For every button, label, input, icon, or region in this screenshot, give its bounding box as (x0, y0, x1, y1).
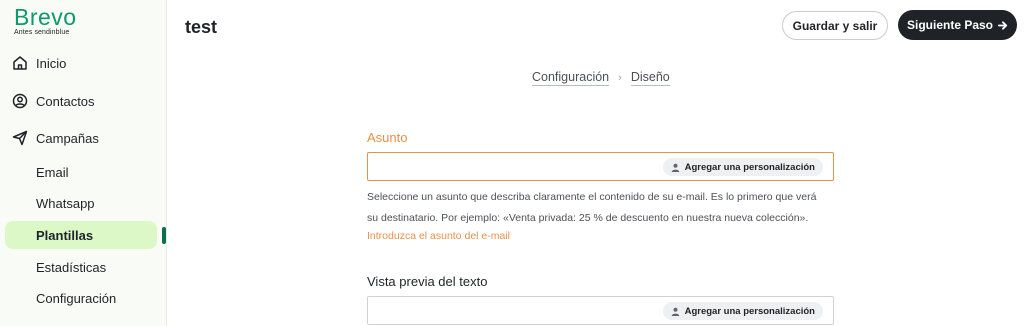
logo-tagline: Antes sendinblue (14, 29, 70, 36)
sidebar-subitem-label: Whatsapp (36, 195, 95, 211)
send-icon (12, 130, 28, 146)
subject-error-message: Introduzca el asunto del e-mail (367, 230, 510, 242)
sidebar-item-contactos[interactable]: Contactos (0, 86, 167, 116)
save-and-exit-label: Guardar y salir (792, 18, 878, 33)
active-indicator (162, 227, 166, 244)
subject-helper-line-2: su destinatario. Por ejemplo: «Venta pri… (367, 212, 809, 224)
subject-helper-text: Seleccione un asunto que describa claram… (367, 187, 837, 229)
sidebar-subitem-whatsapp[interactable]: Whatsapp (0, 189, 167, 217)
sidebar-subitem-email[interactable]: Email (0, 158, 167, 186)
sidebar-subitem-label: Plantillas (36, 227, 94, 243)
sidebar-item-label: Contactos (36, 93, 95, 109)
home-icon (13, 56, 27, 70)
sidebar-subitem-label: Email (36, 164, 69, 180)
sidebar-subitem-label: Configuración (36, 290, 117, 306)
sidebar-item-label: Campañas (36, 130, 99, 146)
brevo-logo[interactable]: Brevo Antes sendinblue (14, 4, 77, 36)
page-title: test (185, 17, 218, 37)
sidebar: Brevo Antes sendinblue Inicio Contactos … (0, 0, 167, 326)
breadcrumb-diseno[interactable]: Diseño (630, 70, 670, 86)
subject-add-personalization-button[interactable]: Agregar una personalización (662, 158, 823, 176)
breadcrumb-configuracion[interactable]: Configuración (532, 70, 610, 86)
sidebar-item-campanas[interactable]: Campañas (0, 123, 167, 153)
personalization-label: Agregar una personalización (684, 305, 815, 317)
arrow-right-icon (997, 20, 1008, 30)
sidebar-subitem-configuracion[interactable]: Configuración (0, 284, 167, 312)
subject-field[interactable]: Agregar una personalización (367, 152, 834, 181)
sidebar-subitem-plantillas[interactable]: Plantillas (0, 221, 167, 249)
preview-text-input[interactable] (374, 301, 674, 321)
preview-add-personalization-button[interactable]: Agregar una personalización (662, 302, 823, 320)
subject-label: Asunto (367, 130, 408, 145)
user-icon (671, 307, 679, 316)
subject-input[interactable] (374, 157, 674, 177)
user-icon (671, 163, 679, 172)
logo-wordmark: Brevo (14, 4, 77, 30)
personalization-label: Agregar una personalización (684, 161, 815, 173)
preview-text-field[interactable]: Agregar una personalización (367, 296, 834, 325)
breadcrumb: Configuración › Diseño (532, 70, 670, 86)
subject-helper-line-1: Seleccione un asunto que describa claram… (367, 191, 817, 203)
chevron-right-icon: › (618, 72, 622, 84)
sidebar-subitem-label: Estadísticas (36, 259, 107, 275)
sidebar-item-label: Inicio (36, 55, 67, 71)
next-step-button[interactable]: Siguiente Paso (898, 10, 1017, 40)
next-step-label: Siguiente Paso (906, 18, 994, 32)
save-and-exit-button[interactable]: Guardar y salir (782, 11, 888, 40)
sidebar-subitem-estadisticas[interactable]: Estadísticas (0, 253, 167, 281)
sidebar-item-inicio[interactable]: Inicio (0, 48, 167, 78)
preview-text-label: Vista previa del texto (367, 274, 488, 289)
contacts-icon (12, 93, 28, 109)
